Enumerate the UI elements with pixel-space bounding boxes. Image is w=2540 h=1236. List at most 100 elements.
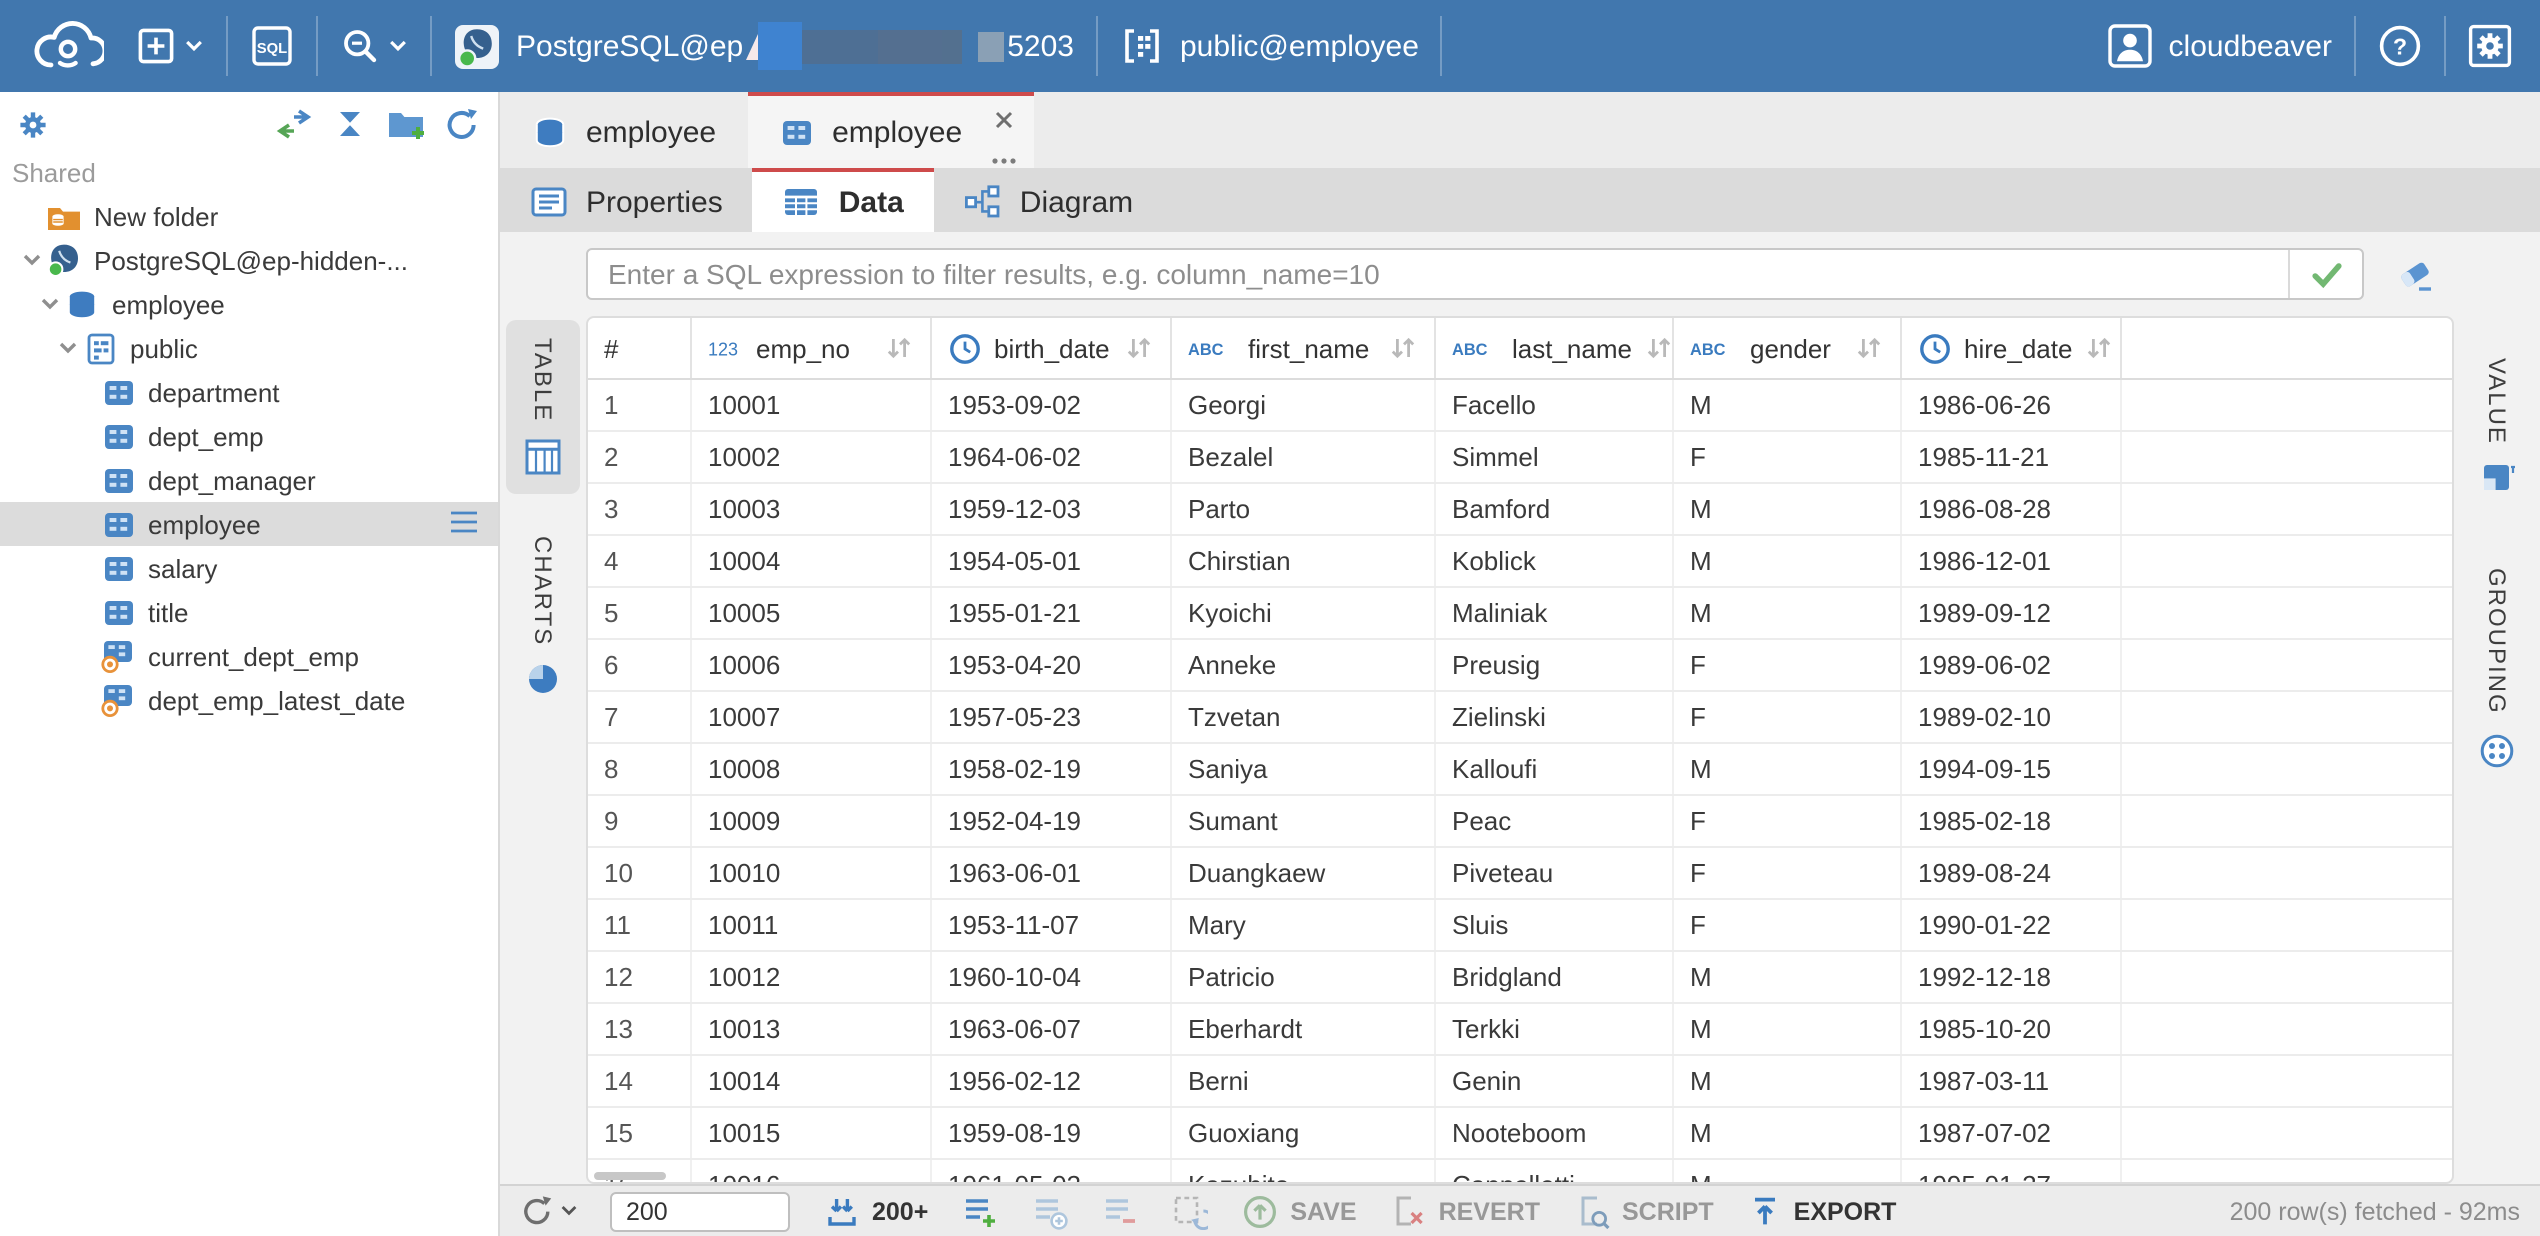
cell[interactable]: 1960-10-04: [932, 952, 1172, 1002]
cell[interactable]: Tzvetan: [1172, 692, 1436, 742]
cell[interactable]: Kyoichi: [1172, 588, 1436, 638]
sort-arrows-icon[interactable]: [1124, 334, 1154, 362]
add-row-button[interactable]: [962, 1193, 998, 1229]
sidebar-item-new-folder[interactable]: New folder: [0, 194, 498, 238]
cell[interactable]: 1992-12-18: [1902, 952, 2122, 1002]
cell[interactable]: 10005: [692, 588, 932, 638]
cell[interactable]: Chirstian: [1172, 536, 1436, 586]
cell[interactable]: Bezalel: [1172, 432, 1436, 482]
cell[interactable]: 1986-08-28: [1902, 484, 2122, 534]
cell[interactable]: 1952-04-19: [932, 796, 1172, 846]
vertical-tab-value[interactable]: VALUE: [2460, 340, 2534, 515]
cell[interactable]: Sumant: [1172, 796, 1436, 846]
script-button[interactable]: SCRIPT: [1574, 1193, 1714, 1229]
cell[interactable]: Cappelletti: [1436, 1160, 1674, 1184]
cell[interactable]: M: [1674, 1108, 1902, 1158]
subtab-data[interactable]: Data: [753, 168, 934, 232]
close-tab-icon[interactable]: [992, 106, 1016, 140]
cell[interactable]: Parto: [1172, 484, 1436, 534]
cell[interactable]: 10012: [692, 952, 932, 1002]
sort-arrows-icon[interactable]: [1388, 334, 1418, 362]
cell[interactable]: 1959-08-19: [932, 1108, 1172, 1158]
sql-editor-button[interactable]: SQL: [234, 0, 310, 92]
new-folder-icon[interactable]: [386, 106, 426, 142]
cell[interactable]: Kazuhito: [1172, 1160, 1436, 1184]
cell[interactable]: Bridgland: [1436, 952, 1674, 1002]
cell[interactable]: Eberhardt: [1172, 1004, 1436, 1054]
vertical-tab-table[interactable]: TABLE: [506, 320, 580, 494]
cell[interactable]: 10011: [692, 900, 932, 950]
cell[interactable]: 14: [588, 1056, 692, 1106]
cell[interactable]: Simmel: [1436, 432, 1674, 482]
cell[interactable]: 10015: [692, 1108, 932, 1158]
cell[interactable]: 1953-04-20: [932, 640, 1172, 690]
cell[interactable]: F: [1674, 796, 1902, 846]
cell[interactable]: M: [1674, 952, 1902, 1002]
tree-expand-chevron-icon[interactable]: [54, 338, 82, 358]
connection-selector[interactable]: PostgreSQL@ep 5203: [438, 0, 1090, 92]
cell[interactable]: 15: [588, 1108, 692, 1158]
sidebar-item-current-dept-emp[interactable]: current_dept_emp: [0, 634, 498, 678]
cell[interactable]: 9: [588, 796, 692, 846]
cell[interactable]: 10003: [692, 484, 932, 534]
save-button[interactable]: SAVE: [1242, 1193, 1356, 1229]
sort-arrows-icon[interactable]: [1644, 334, 1674, 362]
paste-row-button[interactable]: [1172, 1193, 1208, 1229]
cell[interactable]: 3: [588, 484, 692, 534]
cell[interactable]: M: [1674, 588, 1902, 638]
cell[interactable]: Piveteau: [1436, 848, 1674, 898]
cell[interactable]: 1989-09-12: [1902, 588, 2122, 638]
cell[interactable]: 1959-12-03: [932, 484, 1172, 534]
cell[interactable]: 1985-10-20: [1902, 1004, 2122, 1054]
tree-expand-chevron-icon[interactable]: [36, 294, 64, 314]
refresh-data-button[interactable]: [520, 1194, 578, 1228]
tools-button[interactable]: [324, 0, 424, 92]
cell[interactable]: 1989-08-24: [1902, 848, 2122, 898]
cell[interactable]: 1989-02-10: [1902, 692, 2122, 742]
column-header-emp_no[interactable]: 123emp_no: [692, 318, 932, 378]
column-header-hire_date[interactable]: hire_date: [1902, 318, 2122, 378]
cell[interactable]: 1990-01-22: [1902, 900, 2122, 950]
cell[interactable]: 10007: [692, 692, 932, 742]
tree-expand-chevron-icon[interactable]: [18, 250, 46, 270]
cell[interactable]: M: [1674, 1160, 1902, 1184]
sidebar-item-postgresql-ep-hidden-[interactable]: PostgreSQL@ep-hidden-...: [0, 238, 498, 282]
cell[interactable]: 1964-06-02: [932, 432, 1172, 482]
cell[interactable]: F: [1674, 848, 1902, 898]
sidebar-item-employee[interactable]: employee: [0, 282, 498, 326]
cell[interactable]: 11: [588, 900, 692, 950]
cell[interactable]: Genin: [1436, 1056, 1674, 1106]
subtab-diagram[interactable]: Diagram: [934, 168, 1163, 232]
cell[interactable]: Preusig: [1436, 640, 1674, 690]
apply-filter-button[interactable]: [2288, 250, 2362, 298]
cell[interactable]: 10: [588, 848, 692, 898]
user-menu[interactable]: cloudbeaver: [2093, 0, 2348, 92]
cell[interactable]: 1954-05-01: [932, 536, 1172, 586]
cell[interactable]: 10004: [692, 536, 932, 586]
column-header-last_name[interactable]: ABClast_name: [1436, 318, 1674, 378]
sidebar-item-department[interactable]: department: [0, 370, 498, 414]
cell[interactable]: Guoxiang: [1172, 1108, 1436, 1158]
cell[interactable]: 1963-06-07: [932, 1004, 1172, 1054]
cell[interactable]: 10002: [692, 432, 932, 482]
cell[interactable]: Terkki: [1436, 1004, 1674, 1054]
cell[interactable]: Kalloufi: [1436, 744, 1674, 794]
cell[interactable]: 10014: [692, 1056, 932, 1106]
cell[interactable]: 1989-06-02: [1902, 640, 2122, 690]
cell[interactable]: F: [1674, 692, 1902, 742]
cell[interactable]: 10013: [692, 1004, 932, 1054]
cell[interactable]: 6: [588, 640, 692, 690]
column-header-birth_date[interactable]: birth_date: [932, 318, 1172, 378]
cloudbeaver-logo[interactable]: [12, 0, 120, 92]
cell[interactable]: 1986-12-01: [1902, 536, 2122, 586]
sort-arrows-icon[interactable]: [2084, 334, 2114, 362]
cell[interactable]: Mary: [1172, 900, 1436, 950]
cell[interactable]: 1956-02-12: [932, 1056, 1172, 1106]
cell[interactable]: 1957-05-23: [932, 692, 1172, 742]
cell[interactable]: 1961-05-02: [932, 1160, 1172, 1184]
cell[interactable]: 1994-09-15: [1902, 744, 2122, 794]
cell[interactable]: 12: [588, 952, 692, 1002]
cell[interactable]: 10001: [692, 380, 932, 430]
vertical-tab-grouping[interactable]: GROUPING: [2460, 551, 2534, 788]
cell[interactable]: Duangkaew: [1172, 848, 1436, 898]
